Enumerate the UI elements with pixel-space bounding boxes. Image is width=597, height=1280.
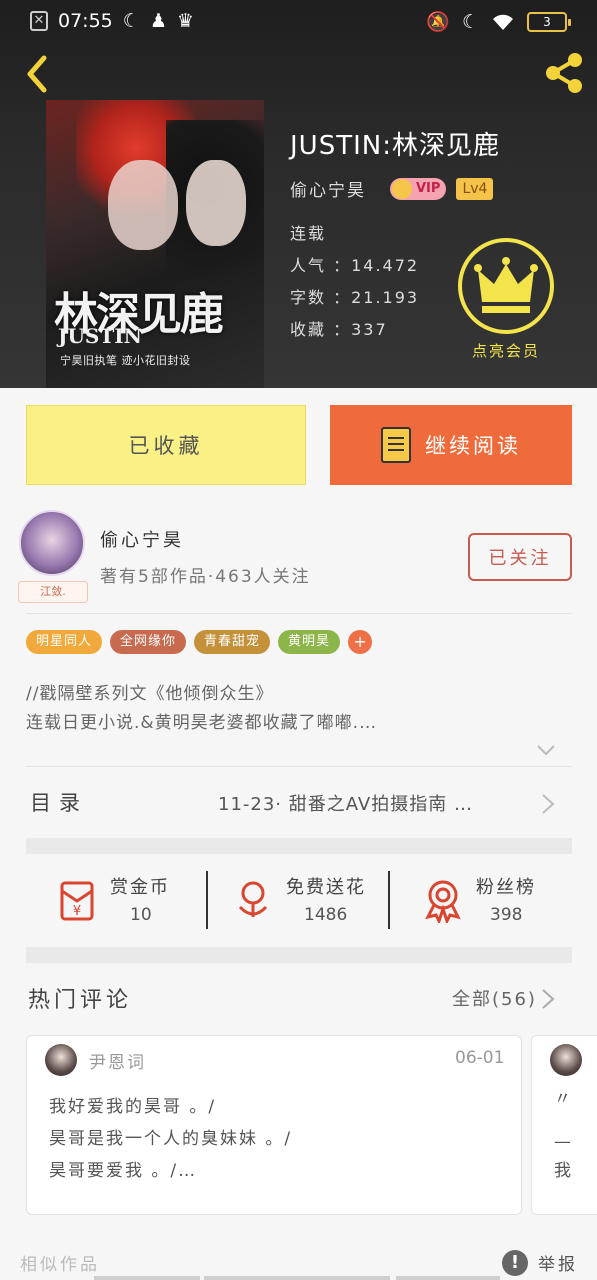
tag-chip[interactable]: 明星同人 [26, 630, 103, 654]
toc-label[interactable]: 目录 [30, 787, 88, 817]
reward-coin-cell[interactable]: ¥ 赏金币 10 [54, 865, 204, 937]
free-flower-label: 免费送花 [286, 877, 366, 898]
commenter-name[interactable]: 尹恩词 [89, 1048, 146, 1073]
collected-button[interactable]: 已收藏 [26, 405, 306, 485]
report-button[interactable]: 举报 [538, 1250, 578, 1275]
red-envelope-icon: ¥ [60, 881, 94, 921]
tag-chip[interactable]: 青春甜宠 [194, 630, 271, 654]
book-header: ✕ 07:55 ☾ ♟ ♛ 🔕 ☾ 3 林深见鹿 JUSTIN 宁昊旧执笔 迹小… [0, 0, 597, 388]
svg-text:¥: ¥ [73, 904, 81, 919]
chevron-right-icon[interactable] [540, 792, 556, 816]
book-title: JUSTIN:林深见鹿 [290, 131, 500, 161]
author-meta: 著有5部作品·463人关注 [100, 567, 311, 587]
similar-book-strip [204, 1276, 390, 1280]
comment-line: 〃 [554, 1089, 573, 1109]
description-line: 连载日更小说.&黄明昊老婆都收藏了嘟嘟.… [26, 713, 378, 733]
flower-icon [238, 881, 268, 917]
free-flower-value: 1486 [304, 905, 348, 925]
comment-line: 昊哥要爱我 。/… [49, 1161, 198, 1181]
collections-text: 收藏 ：337 [290, 320, 388, 339]
continue-reading-button[interactable]: 继续阅读 [330, 405, 572, 485]
mute-bell-icon: 🔕 [426, 11, 450, 33]
fans-ranking-cell[interactable]: 粉丝榜 398 [420, 865, 570, 937]
divider [26, 766, 572, 767]
book-description[interactable]: //戳隔壁系列文《他倾倒众生》 连载日更小说.&黄明昊老婆都收藏了嘟嘟.… [26, 680, 572, 738]
comment-line: 我好爱我的昊哥 。/ [49, 1097, 217, 1117]
word-count-text: 字数 ：21.193 [290, 288, 420, 307]
description-line: //戳隔壁系列文《他倾倒众生》 [26, 684, 274, 704]
tag-list: 明星同人 全网缘你 青春甜宠 黄明昊 + [26, 630, 373, 654]
back-arrow-icon[interactable] [18, 54, 58, 94]
section-band [26, 947, 572, 963]
separator [206, 871, 208, 929]
member-label[interactable]: 点亮会员 [458, 340, 554, 361]
tag-chip[interactable]: 全网缘你 [110, 630, 187, 654]
avatar-tag: 江敛. [18, 581, 88, 603]
stats-row: ¥ 赏金币 10 免费送花 1486 粉丝榜 398 [26, 855, 572, 947]
section-band [26, 838, 572, 854]
toc-latest-chapter[interactable]: 11-23· 甜番之AV拍摄指南 … [218, 790, 473, 816]
comment-date: 06-01 [455, 1048, 505, 1068]
all-comments-link[interactable]: 全部(56) [452, 985, 537, 1011]
vip-label: VIP [416, 181, 441, 196]
commenter-avatar[interactable] [550, 1044, 582, 1076]
share-icon[interactable] [541, 50, 587, 96]
add-tag-button[interactable]: + [348, 630, 373, 654]
book-cover[interactable]: 林深见鹿 JUSTIN 宁昊旧执笔 迹小花旧封设 [46, 100, 264, 388]
reward-coin-label: 赏金币 [110, 877, 170, 898]
author-row: 偷心宁昊 VIP Lv4 [290, 176, 494, 201]
similar-works-label: 相似作品 [20, 1255, 100, 1275]
continue-reading-label: 继续阅读 [425, 434, 521, 458]
qq-icon: ♟ [149, 10, 167, 32]
similar-book-strip [396, 1276, 500, 1280]
author-avatar[interactable] [19, 510, 85, 576]
tag-chip[interactable]: 黄明昊 [278, 630, 341, 654]
comment-line: 昊哥是我一个人的臭妹妹 。/ [49, 1129, 293, 1149]
vip-badge: VIP [390, 177, 447, 200]
vip-crown-icon [392, 178, 412, 199]
comment-line: — [554, 1132, 573, 1152]
follow-button[interactable]: 已关注 [468, 533, 572, 581]
status-bar: ✕ 07:55 ☾ ♟ ♛ 🔕 ☾ 3 [0, 0, 597, 44]
commenter-avatar[interactable] [45, 1044, 77, 1076]
comment-line: 我 [554, 1161, 573, 1181]
level-badge: Lv4 [456, 177, 494, 200]
follow-label: 已关注 [488, 548, 552, 569]
author-name[interactable]: 偷心宁昊 [100, 526, 184, 552]
popularity-text: 人气 ：14.472 [290, 256, 420, 275]
wifi-icon [493, 14, 513, 30]
chevron-right-icon[interactable] [541, 988, 555, 1010]
report-icon[interactable]: ! [502, 1250, 528, 1276]
crown-status-icon: ♛ [176, 10, 194, 32]
moon-icon: ☾ [122, 10, 140, 32]
collected-label: 已收藏 [128, 434, 204, 458]
comment-card[interactable]: 尹恩词 06-01 我好爱我的昊哥 。/ 昊哥是我一个人的臭妹妹 。/ 昊哥要爱… [26, 1035, 522, 1215]
hot-comments-title: 热门评论 [28, 988, 133, 1013]
fans-ranking-label: 粉丝榜 [476, 877, 536, 898]
medal-icon [425, 880, 461, 923]
separator [388, 871, 390, 929]
notification-x-icon: ✕ [30, 11, 48, 31]
fans-ranking-value: 398 [490, 905, 523, 925]
divider [26, 613, 572, 614]
cover-credit: 宁昊旧执笔 迹小花旧封设 [60, 354, 191, 367]
status-time: 07:55 [58, 10, 113, 32]
similar-book-strip [94, 1276, 200, 1280]
header-author-name[interactable]: 偷心宁昊 [290, 176, 366, 201]
member-crown-icon[interactable] [458, 238, 554, 334]
cover-subtitle: JUSTIN [58, 324, 142, 348]
dnd-moon-icon: ☾ [461, 10, 479, 33]
reward-coin-value: 10 [130, 905, 152, 925]
comment-card[interactable]: 〃 — 我 [531, 1035, 597, 1215]
free-flower-cell[interactable]: 免费送花 1486 [230, 865, 390, 937]
book-icon [381, 427, 411, 463]
chevron-down-icon[interactable] [536, 740, 556, 760]
status-text: 连载 [290, 224, 327, 243]
battery-level: 3 [543, 14, 551, 29]
battery-icon: 3 [527, 11, 571, 32]
